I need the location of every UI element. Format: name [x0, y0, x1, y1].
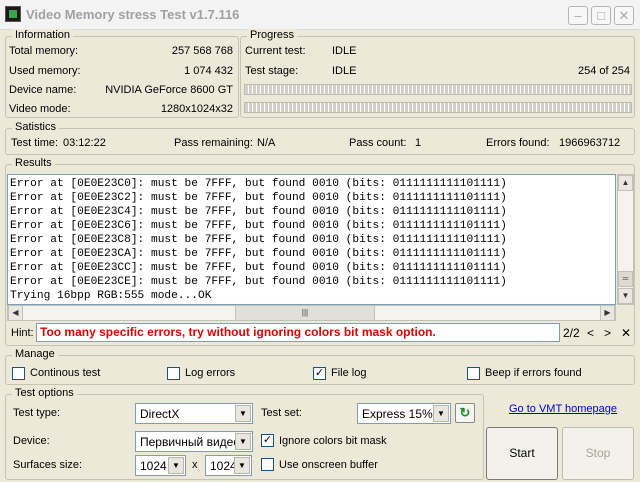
progress-legend: Progress	[247, 29, 298, 41]
surface-width-value: 1024	[140, 459, 167, 473]
result-line: Error at [0E0E23C4]: must be 7FFF, but f…	[10, 206, 507, 218]
result-line: Error at [0E0E23C2]: must be 7FFF, but f…	[10, 192, 507, 204]
test-stage-label: Test stage:	[245, 65, 299, 77]
file-log-label: File log	[331, 367, 367, 379]
total-memory-value: 257 568 768	[171, 45, 233, 57]
scroll-down-icon[interactable]: ▼	[618, 288, 633, 304]
device-name-label: Device name:	[9, 84, 77, 96]
start-button[interactable]: Start	[486, 427, 558, 480]
current-test-label: Current test:	[245, 45, 306, 57]
app-icon	[5, 6, 21, 22]
result-line: Error at [0E0E23CA]: must be 7FFF, but f…	[10, 248, 507, 260]
hint-page: 2/2	[563, 326, 580, 340]
test-set-value: Express 15%	[362, 407, 433, 421]
video-mode-label: Video mode:	[9, 103, 71, 115]
beep-errors-label: Beep if errors found	[485, 367, 582, 379]
manage-legend: Manage	[12, 348, 58, 360]
hint-label: Hint:	[11, 327, 34, 339]
errors-found-label: Errors found:	[486, 137, 550, 149]
refresh-icon[interactable]: ↻	[455, 403, 475, 423]
log-errors-checkbox[interactable]	[167, 367, 180, 380]
homepage-link[interactable]: Go to VMT homepage	[509, 403, 617, 415]
hint-close-button[interactable]: ✕	[621, 326, 631, 340]
statistics-legend: Satistics	[12, 121, 59, 133]
device-select[interactable]: Первичный видеод ▼	[135, 431, 253, 452]
surface-height-value: 1024	[210, 459, 237, 473]
size-separator: x	[192, 459, 198, 471]
onscreen-buffer-checkbox[interactable]	[261, 458, 274, 471]
chevron-down-icon[interactable]: ▼	[433, 405, 449, 422]
device-name-value: NVIDIA GeForce 8600 GT	[105, 84, 233, 96]
close-button[interactable]: ✕	[614, 6, 634, 25]
hint-next-button[interactable]: >	[604, 326, 611, 340]
onscreen-buffer-label: Use onscreen buffer	[279, 459, 378, 471]
hint-prev-button[interactable]: <	[587, 326, 594, 340]
test-time-label: Test time:	[11, 137, 59, 149]
test-set-select[interactable]: Express 15% ▼	[357, 403, 451, 424]
information-legend: Information	[12, 29, 74, 41]
result-line: Error at [0E0E23C8]: must be 7FFF, but f…	[10, 234, 507, 246]
test-options-legend: Test options	[12, 387, 77, 399]
device-label: Device:	[13, 435, 50, 447]
results-vertical-scrollbar[interactable]: ▲ ▼ ═	[617, 174, 634, 305]
test-type-value: DirectX	[140, 407, 180, 421]
vertical-scroll-thumb[interactable]: ═	[618, 271, 633, 287]
log-errors-label: Log errors	[185, 367, 236, 379]
result-line: Error at [0E0E23CE]: must be 7FFF, but f…	[10, 276, 507, 288]
file-log-checkbox[interactable]: ✓	[313, 367, 326, 380]
used-memory-label: Used memory:	[9, 65, 81, 77]
beep-errors-checkbox[interactable]	[467, 367, 480, 380]
test-type-label: Test type:	[13, 407, 61, 419]
maximize-button[interactable]: □	[591, 6, 611, 25]
test-stage-value: IDLE	[332, 65, 357, 77]
continous-test-checkbox[interactable]	[12, 367, 25, 380]
used-memory-value: 1 074 432	[184, 65, 233, 77]
title-bar: Video Memory stress Test v1.7.116 – □ ✕	[0, 0, 640, 30]
test-set-label: Test set:	[261, 407, 302, 419]
video-mode-value: 1280x1024x32	[160, 103, 233, 115]
hint-text: Too many specific errors, try without ig…	[36, 323, 560, 342]
scroll-left-icon[interactable]: ◀	[8, 305, 23, 321]
device-value: Первичный видеод	[140, 435, 247, 449]
pass-remaining-value: N/A	[257, 137, 276, 149]
ignore-colors-label: Ignore colors bit mask	[279, 435, 387, 447]
chevron-down-icon[interactable]: ▼	[235, 433, 251, 450]
pass-count-label: Pass count:	[349, 137, 407, 149]
test-type-select[interactable]: DirectX ▼	[135, 403, 253, 424]
stage-progress-bar	[244, 102, 632, 113]
scroll-right-icon[interactable]: ▶	[600, 305, 615, 321]
chevron-down-icon[interactable]: ▼	[235, 405, 251, 422]
surface-width-select[interactable]: 1024 ▼	[135, 455, 186, 476]
result-line: Error at [0E0E23CC]: must be 7FFF, but f…	[10, 262, 507, 274]
window-title: Video Memory stress Test v1.7.116	[26, 7, 240, 22]
results-legend: Results	[12, 157, 55, 169]
chevron-down-icon[interactable]: ▼	[168, 457, 184, 474]
total-memory-label: Total memory:	[9, 45, 79, 57]
results-horizontal-scrollbar[interactable]: ◀ ||| ▶	[7, 305, 616, 321]
test-progress-bar	[244, 84, 632, 95]
surface-height-select[interactable]: 1024 ▼	[205, 455, 252, 476]
stage-count: 254 of 254	[578, 65, 630, 77]
result-line: Error at [0E0E23C6]: must be 7FFF, but f…	[10, 220, 507, 232]
result-line: Trying 16bpp RGB:555 mode...OK	[10, 290, 212, 302]
minimize-button[interactable]: –	[568, 6, 588, 25]
horizontal-scroll-thumb[interactable]: |||	[235, 305, 375, 321]
results-log[interactable]: Error at [0E0E23C0]: must be 7FFF, but f…	[7, 174, 616, 305]
pass-count-value: 1	[415, 137, 422, 149]
stop-button[interactable]: Stop	[562, 427, 634, 480]
scroll-up-icon[interactable]: ▲	[618, 175, 633, 191]
current-test-value: IDLE	[332, 45, 357, 57]
pass-remaining-label: Pass remaining:	[174, 137, 253, 149]
ignore-colors-checkbox[interactable]: ✓	[261, 434, 274, 447]
continous-test-label: Continous test	[30, 367, 101, 379]
surfaces-size-label: Surfaces size:	[13, 459, 83, 471]
errors-found-value: 1966963712	[559, 137, 621, 149]
result-line: Error at [0E0E23C0]: must be 7FFF, but f…	[10, 178, 507, 190]
chevron-down-icon[interactable]: ▼	[234, 457, 250, 474]
test-time-value: 03:12:22	[63, 137, 106, 149]
